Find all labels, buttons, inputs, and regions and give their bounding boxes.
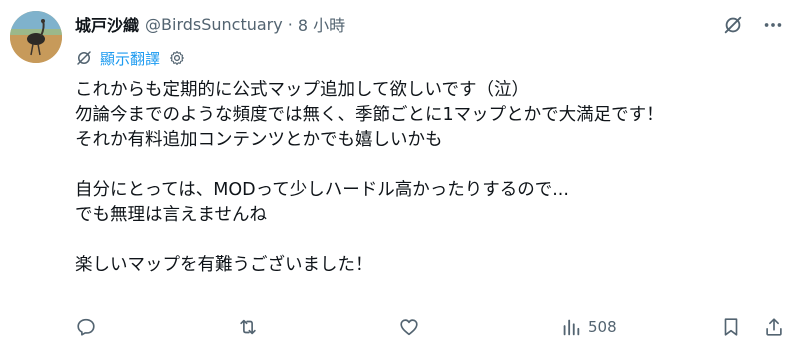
share-icon [766,318,782,336]
repost-icon [240,319,256,335]
repost-button[interactable] [237,312,259,342]
like-icon [400,319,418,336]
tweet-line: 自分にとっては、MODって少しハードル高かったりするので... [75,180,569,200]
bookmark-button[interactable] [720,312,742,342]
avatar[interactable] [10,11,62,63]
more-horizontal-icon[interactable] [762,14,784,36]
tweet-line: 楽しいマップを有難うございました！ [75,255,373,275]
tweet-line: これからも定期的に公式マップ追加して欲しいです（泣） [75,80,529,100]
bookmark-icon [724,318,738,336]
tweet[interactable]: 城戸沙織 @BirdsSunctuary · 8 小時 顯示翻譯 これからも定期… [0,0,799,355]
tweet-line: 勿論今までのような頻度では無く、季節ごとに1マップとかで大満足です！ [75,105,664,125]
views-button[interactable]: 508 [560,312,617,342]
tweet-text: これからも定期的に公式マップ追加して欲しいです（泣） 勿論今までのような頻度では… [75,78,785,278]
reply-button[interactable] [75,312,97,342]
tweet-line: でも無理は言えませんね [75,205,267,225]
gear-icon[interactable] [168,49,186,67]
action-bar: 508 [0,312,799,342]
views-icon [563,319,580,336]
like-button[interactable] [398,312,420,342]
grok-icon[interactable] [722,14,744,36]
views-count: 508 [588,318,617,336]
reply-icon [77,318,95,336]
translate-link[interactable]: 顯示翻譯 [100,48,160,69]
header-separator: · [287,14,293,34]
timestamp[interactable]: 8 小時 [298,12,345,36]
avatar-image [10,11,62,63]
tweet-line: それか有料追加コンテンツとかでも嬉しいかも [75,130,443,150]
translate-row: 顯示翻譯 [75,47,186,69]
share-button[interactable] [763,312,785,342]
translate-icon [77,51,91,65]
tweet-header: 城戸沙織 @BirdsSunctuary · 8 小時 [75,12,345,36]
display-name[interactable]: 城戸沙織 [75,12,139,36]
user-handle[interactable]: @BirdsSunctuary [145,15,283,34]
